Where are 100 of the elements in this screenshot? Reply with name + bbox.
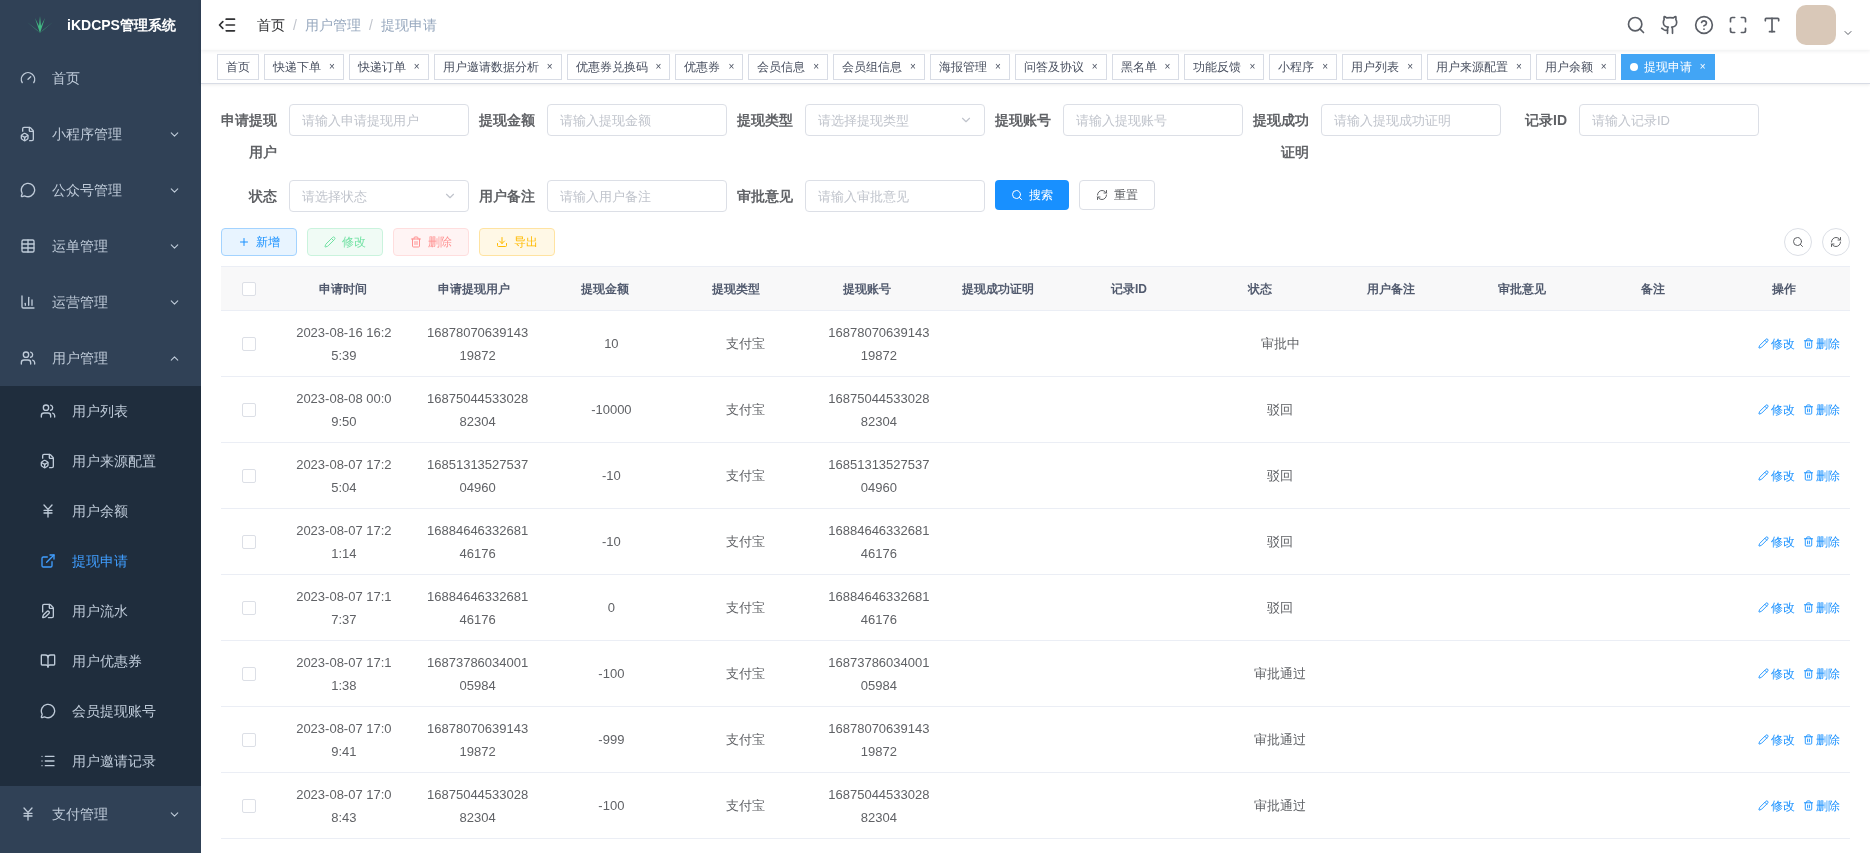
page-tab[interactable]: 首页 bbox=[217, 53, 259, 80]
page-tab[interactable]: 黑名单 × bbox=[1111, 53, 1180, 80]
input-field[interactable]: 请输入提现成功证明 bbox=[1321, 104, 1501, 136]
page-tab[interactable]: 海报管理 × bbox=[929, 53, 1010, 80]
pencil-icon bbox=[1758, 338, 1770, 349]
select-all-checkbox[interactable] bbox=[242, 281, 256, 296]
tab-close[interactable]: × bbox=[994, 59, 1001, 74]
filter-label: 申请提现用户 bbox=[221, 111, 278, 162]
filter-label: 记录ID bbox=[1523, 111, 1568, 130]
page-tab[interactable]: 优惠券 × bbox=[675, 53, 744, 80]
page-tab[interactable]: 小程序 × bbox=[1269, 53, 1338, 80]
breadcrumb-item[interactable]: 首页 bbox=[257, 14, 285, 36]
tab-close[interactable]: × bbox=[1091, 59, 1098, 74]
tab-close[interactable]: × bbox=[655, 59, 662, 74]
download-icon bbox=[496, 236, 508, 248]
fullscreen-icon[interactable] bbox=[1728, 15, 1748, 35]
input-field[interactable]: 请输入记录ID bbox=[1579, 104, 1759, 136]
input-field[interactable]: 请输入申请提现用户 bbox=[289, 104, 469, 136]
input-field[interactable]: 请输入提现账号 bbox=[1063, 104, 1243, 136]
sidebar-subitem[interactable]: 用户邀请记录 bbox=[0, 736, 201, 786]
avatar-photo-placeholder[interactable] bbox=[1796, 5, 1836, 45]
tab-close[interactable]: × bbox=[329, 59, 335, 74]
trash-icon bbox=[1803, 734, 1815, 745]
page-tab[interactable]: 快递下单 × bbox=[264, 53, 344, 80]
table-cell-text: 2023-08-07 17:08:43 bbox=[295, 785, 393, 827]
table-cell-text: 1688464633268146176 bbox=[828, 587, 930, 629]
tab-close[interactable]: × bbox=[1249, 59, 1256, 74]
row-checkbox[interactable] bbox=[242, 336, 256, 351]
tab-close[interactable]: × bbox=[728, 59, 735, 74]
row-checkbox[interactable] bbox=[242, 666, 256, 681]
input-field[interactable]: 请输入用户备注 bbox=[547, 180, 727, 212]
page-tab[interactable]: 用户列表 × bbox=[1342, 53, 1422, 80]
row-checkbox[interactable] bbox=[242, 534, 256, 549]
select-field[interactable]: 请选择提现类型 bbox=[805, 104, 985, 136]
page-tab[interactable]: 用户邀请数据分析 × bbox=[433, 53, 562, 80]
sidebar-subitem[interactable]: 用户来源配置 bbox=[0, 436, 201, 486]
sidebar-item[interactable]: 用户管理 bbox=[0, 330, 201, 386]
input-field[interactable]: 请输入审批意见 bbox=[805, 180, 985, 212]
page-tab[interactable]: 会员信息 × bbox=[748, 53, 829, 80]
reset-button[interactable]: 重置 bbox=[1079, 180, 1155, 210]
sidebar-item[interactable]: 公众号管理 bbox=[0, 162, 201, 218]
table-cell-text: 2023-08-08 00:09:50 bbox=[295, 389, 393, 431]
row-checkbox[interactable] bbox=[242, 732, 256, 747]
table-cell-text: 1687504453302882304 bbox=[426, 389, 529, 431]
sidebar-subitem[interactable]: 用户余额 bbox=[0, 486, 201, 536]
table-cell-text: -100 bbox=[598, 665, 625, 683]
tab-close[interactable]: × bbox=[1515, 59, 1522, 74]
table-cell-text: 2023-08-07 17:21:14 bbox=[295, 521, 393, 563]
filter-label: 提现账号 bbox=[995, 111, 1052, 130]
sidebar-item[interactable]: 运营管理 bbox=[0, 274, 201, 330]
row-checkbox[interactable] bbox=[242, 468, 256, 483]
font-size-icon[interactable] bbox=[1762, 15, 1782, 35]
tab-close[interactable]: × bbox=[910, 59, 916, 74]
select-field[interactable]: 请选择状态 bbox=[289, 180, 469, 212]
sidebar-subitem[interactable]: 用户优惠券 bbox=[0, 636, 201, 686]
sidebar-subitem[interactable]: 提现申请 bbox=[0, 536, 201, 586]
sidebar-item[interactable]: 首页 bbox=[0, 50, 201, 106]
row-checkbox[interactable] bbox=[242, 798, 256, 813]
menu-icon[interactable] bbox=[217, 15, 237, 35]
table-cell-text: 驳回 bbox=[1267, 599, 1294, 617]
trash-icon bbox=[1803, 404, 1815, 415]
page-tab[interactable]: 会员组信息 × bbox=[833, 53, 925, 80]
row-checkbox[interactable] bbox=[242, 402, 256, 417]
tab-close[interactable]: × bbox=[1600, 59, 1607, 74]
filter-label: 状态 bbox=[247, 187, 278, 206]
trash-icon bbox=[410, 236, 422, 248]
table-cell-text: 支付宝 bbox=[725, 467, 765, 485]
help-icon[interactable] bbox=[1694, 15, 1714, 35]
column-header: 记录ID bbox=[1111, 280, 1147, 298]
search-icon[interactable] bbox=[1626, 15, 1646, 35]
sidebar-item[interactable]: 支付管理 bbox=[0, 786, 201, 842]
sidebar-subitem[interactable]: 会员提现账号 bbox=[0, 686, 201, 736]
sidebar-subitem[interactable]: 用户流水 bbox=[0, 586, 201, 636]
page-tab[interactable]: 快递订单 × bbox=[348, 53, 429, 80]
table-cell-text: 10 bbox=[604, 335, 619, 353]
page-tab[interactable]: 功能反馈 × bbox=[1184, 53, 1265, 80]
filter-label: 提现类型 bbox=[737, 111, 794, 130]
page-tab[interactable]: 用户余额 × bbox=[1535, 53, 1616, 80]
tab-close[interactable]: × bbox=[413, 59, 420, 74]
sidebar-item[interactable]: 小程序管理 bbox=[0, 106, 201, 162]
tab-close[interactable]: × bbox=[546, 59, 553, 74]
page-tab[interactable]: 问答及协议 × bbox=[1014, 53, 1107, 80]
table-cell-text: 0 bbox=[607, 599, 615, 617]
table-cell-text: 驳回 bbox=[1267, 467, 1294, 485]
sidebar-subitem[interactable]: 用户列表 bbox=[0, 386, 201, 436]
brand-title: iKDCPS管理系统 bbox=[67, 15, 176, 35]
tab-close[interactable]: × bbox=[1164, 59, 1171, 74]
page-tab[interactable]: 用户来源配置 × bbox=[1426, 53, 1531, 80]
tab-close[interactable]: × bbox=[1322, 59, 1329, 74]
input-field[interactable]: 请输入提现金额 bbox=[547, 104, 727, 136]
filter-label: 提现金额 bbox=[479, 111, 536, 130]
external-link-icon bbox=[40, 553, 56, 569]
row-checkbox[interactable] bbox=[242, 600, 256, 615]
tab-close[interactable]: × bbox=[1407, 59, 1413, 74]
sidebar-item[interactable]: 运单管理 bbox=[0, 218, 201, 274]
page-tab[interactable]: 优惠券兑换码 × bbox=[566, 53, 671, 80]
column-header: 状态 bbox=[1248, 280, 1273, 298]
github-icon[interactable] bbox=[1660, 15, 1680, 35]
tab-close[interactable]: × bbox=[813, 59, 820, 74]
search-icon bbox=[1011, 189, 1023, 201]
